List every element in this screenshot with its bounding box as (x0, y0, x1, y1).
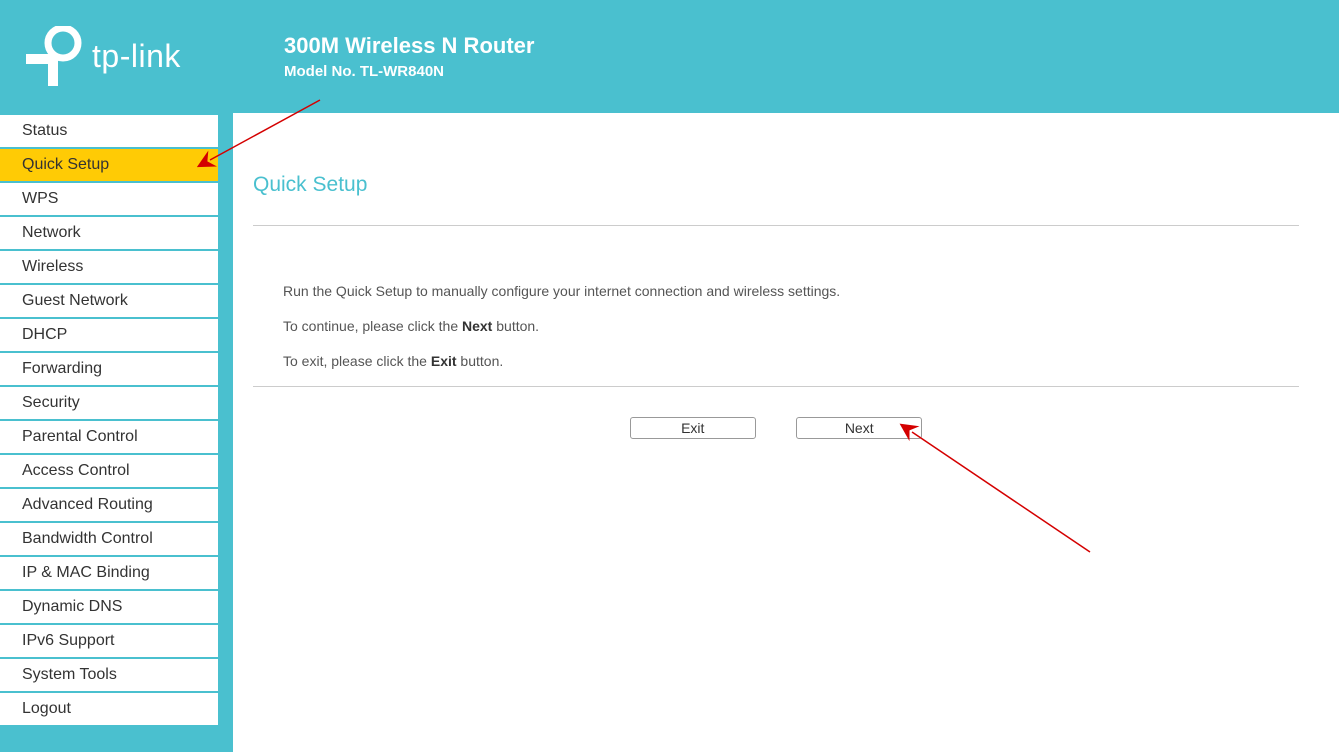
sidebar-item-label: Bandwidth Control (22, 530, 153, 547)
sidebar-item-wps[interactable]: WPS (0, 183, 218, 217)
sidebar-item-label: System Tools (22, 666, 117, 683)
sidebar-item-parental-control[interactable]: Parental Control (0, 421, 218, 455)
divider (253, 386, 1299, 387)
sidebar-item-advanced-routing[interactable]: Advanced Routing (0, 489, 218, 523)
sidebar-item-label: Guest Network (22, 292, 128, 309)
sidebar-item-label: IP & MAC Binding (22, 564, 150, 581)
intro-text: Run the Quick Setup to manually configur… (283, 281, 1299, 302)
sidebar-item-logout[interactable]: Logout (0, 693, 218, 727)
continue-text: To continue, please click the Next butto… (283, 316, 1299, 337)
exit-text: To exit, please click the Exit button. (283, 351, 1299, 372)
sidebar-item-status[interactable]: Status (0, 115, 218, 149)
next-button[interactable]: Next (796, 417, 922, 439)
button-row: Exit Next (253, 417, 1299, 439)
sidebar-item-security[interactable]: Security (0, 387, 218, 421)
sidebar-item-label: Network (22, 224, 81, 241)
main-content: Quick Setup Run the Quick Setup to manua… (233, 113, 1339, 752)
sidebar-item-ip-mac-binding[interactable]: IP & MAC Binding (0, 557, 218, 591)
brand-logo: tp-link (24, 26, 284, 88)
sidebar-item-label: Access Control (22, 462, 130, 479)
sidebar-item-label: Logout (22, 700, 71, 717)
sidebar-container: Status Quick Setup WPS Network Wireless … (0, 113, 233, 752)
product-title: 300M Wireless N Router (284, 33, 534, 59)
divider (253, 225, 1299, 226)
exit-button[interactable]: Exit (630, 417, 756, 439)
sidebar-item-access-control[interactable]: Access Control (0, 455, 218, 489)
sidebar-item-label: Parental Control (22, 428, 138, 445)
sidebar: Status Quick Setup WPS Network Wireless … (0, 115, 218, 727)
sidebar-item-label: DHCP (22, 326, 67, 343)
sidebar-item-label: Forwarding (22, 360, 102, 377)
sidebar-item-label: Security (22, 394, 80, 411)
header-titles: 300M Wireless N Router Model No. TL-WR84… (284, 33, 534, 80)
sidebar-item-network[interactable]: Network (0, 217, 218, 251)
page-title: Quick Setup (253, 173, 1299, 197)
sidebar-item-wireless[interactable]: Wireless (0, 251, 218, 285)
model-number: Model No. TL-WR840N (284, 63, 534, 80)
sidebar-item-dynamic-dns[interactable]: Dynamic DNS (0, 591, 218, 625)
instruction-block: Run the Quick Setup to manually configur… (253, 281, 1299, 372)
sidebar-item-system-tools[interactable]: System Tools (0, 659, 218, 693)
sidebar-item-ipv6-support[interactable]: IPv6 Support (0, 625, 218, 659)
sidebar-item-label: Dynamic DNS (22, 598, 122, 615)
sidebar-item-guest-network[interactable]: Guest Network (0, 285, 218, 319)
brand-name: tp-link (92, 38, 181, 75)
sidebar-item-quick-setup[interactable]: Quick Setup (0, 149, 218, 183)
header: tp-link 300M Wireless N Router Model No.… (0, 0, 1339, 113)
sidebar-item-forwarding[interactable]: Forwarding (0, 353, 218, 387)
sidebar-item-bandwidth-control[interactable]: Bandwidth Control (0, 523, 218, 557)
sidebar-item-dhcp[interactable]: DHCP (0, 319, 218, 353)
sidebar-item-label: IPv6 Support (22, 632, 115, 649)
sidebar-item-label: Status (22, 122, 67, 139)
tp-link-logo-icon (24, 26, 82, 88)
sidebar-item-label: Advanced Routing (22, 496, 153, 513)
sidebar-item-label: Quick Setup (22, 156, 109, 173)
sidebar-item-label: Wireless (22, 258, 83, 275)
sidebar-item-label: WPS (22, 190, 58, 207)
